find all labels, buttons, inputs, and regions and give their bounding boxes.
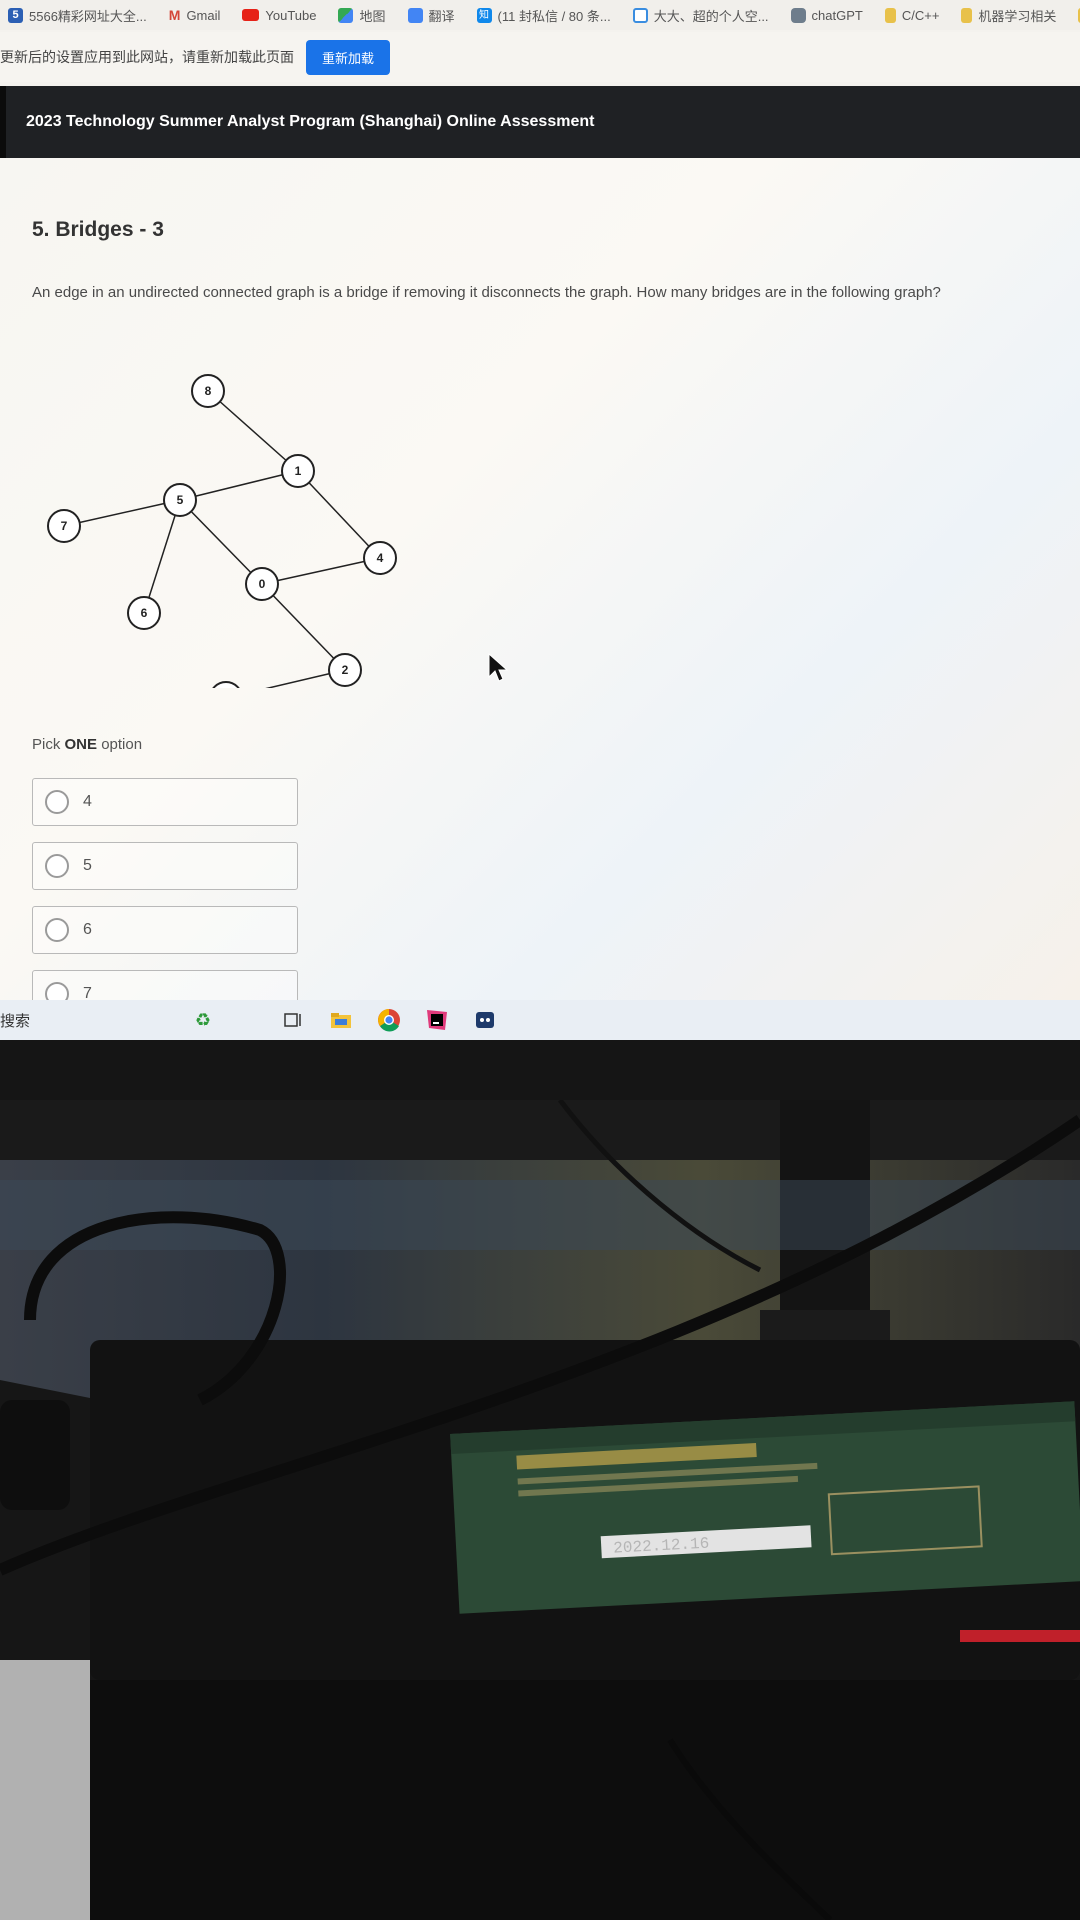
option-label: 4 xyxy=(83,793,92,810)
bookmark-gmail[interactable]: M Gmail xyxy=(169,7,221,23)
zhihu-icon: 知 xyxy=(476,7,492,23)
power-adapter xyxy=(0,1400,70,1510)
option-6[interactable]: 6 xyxy=(32,906,298,954)
folder-icon xyxy=(884,7,896,23)
pick-suffix: option xyxy=(101,736,143,753)
graph-node: 0 xyxy=(245,567,279,601)
windows-taskbar: 搜索 ♻ xyxy=(0,1000,1080,1040)
radio-button[interactable] xyxy=(45,790,69,814)
graph-node: 4 xyxy=(363,541,397,575)
black-box-front xyxy=(90,1680,1080,1920)
bookmark-label: 5566精彩网址大全... xyxy=(29,8,147,24)
bookmark-bilibili[interactable]: 大大、超的个人空... xyxy=(632,6,769,25)
graph-edge xyxy=(261,583,346,671)
monitor-bottom xyxy=(0,1100,1080,1160)
graph-node: 5 xyxy=(163,483,197,517)
folder-icon xyxy=(961,7,973,23)
node-label: 5 xyxy=(177,493,184,507)
bookmark-folder-ml[interactable]: 机器学习相关 xyxy=(961,6,1056,25)
pick-instruction: Pick ONE option xyxy=(32,736,142,753)
bookmark-label: 翻译 xyxy=(428,8,455,24)
radio-button[interactable] xyxy=(45,854,69,878)
bookmark-label: 大大、超的个人空... xyxy=(653,8,769,24)
option-label: 5 xyxy=(83,857,92,874)
bookmark-label: 地图 xyxy=(359,8,386,24)
bilibili-icon xyxy=(632,7,648,23)
monitor-screen: 5 5566精彩网址大全... M Gmail YouTube 地图 翻译 知 … xyxy=(0,0,1080,1040)
graph-edge xyxy=(265,669,346,688)
translate-icon xyxy=(407,7,423,23)
bookmark-5566[interactable]: 5 5566精彩网址大全... xyxy=(8,6,147,25)
task-view-icon[interactable] xyxy=(278,1006,308,1034)
graph-node: 3 xyxy=(212,681,240,688)
graph-edge xyxy=(207,390,299,472)
bookmark-zhihu[interactable]: 知 (11 封私信 / 80 条... xyxy=(476,6,611,25)
chatgpt-icon xyxy=(790,7,806,23)
graph-figure: 8 1 5 7 4 0 6 2 3 xyxy=(47,374,397,688)
pick-prefix: Pick xyxy=(32,736,61,753)
graph-edge xyxy=(179,470,299,501)
bookmark-label: C/C++ xyxy=(901,7,940,23)
node-label: 8 xyxy=(205,384,212,398)
node-label: 6 xyxy=(141,606,148,620)
node-label: 7 xyxy=(61,519,68,533)
infobar-message: 更新后的设置应用到此网站，请重新加载此页面 xyxy=(0,49,294,65)
option-4[interactable]: 4 xyxy=(32,778,298,826)
radio-button[interactable] xyxy=(45,918,69,942)
recycle-bin-icon[interactable]: ♻ xyxy=(188,1006,218,1034)
pick-bold: ONE xyxy=(64,736,98,753)
reload-button[interactable]: 重新加载 xyxy=(306,39,391,75)
assessment-title: 2023 Technology Summer Analyst Program (… xyxy=(26,113,595,130)
assessment-header: 2023 Technology Summer Analyst Program (… xyxy=(0,86,1080,158)
graph-edge xyxy=(261,557,381,585)
option-5[interactable]: 5 xyxy=(32,842,298,890)
red-strip xyxy=(960,1630,1080,1642)
node-circle xyxy=(212,681,240,688)
monitor-bezel xyxy=(0,1040,1080,1100)
file-explorer-icon[interactable] xyxy=(326,1006,356,1034)
graph-edge xyxy=(179,499,263,585)
app-icon[interactable] xyxy=(470,1006,500,1034)
question-panel: 5. Bridges - 3 An edge in an undirected … xyxy=(0,158,1080,1018)
bookmark-label: (11 封私信 / 80 条... xyxy=(497,8,611,24)
bookmark-label: YouTube xyxy=(265,7,317,23)
reload-infobar: 更新后的设置应用到此网站，请重新加载此页面 重新加载 xyxy=(0,32,1080,82)
graph-node: 7 xyxy=(47,509,81,543)
graph-node: 8 xyxy=(191,374,225,408)
graph-edge xyxy=(143,499,181,614)
youtube-icon xyxy=(242,9,260,21)
bookmark-translate[interactable]: 翻译 xyxy=(407,6,455,25)
question-text: An edge in an undirected connected graph… xyxy=(32,284,941,301)
node-label: 1 xyxy=(295,464,302,478)
white-surface xyxy=(0,1660,90,1920)
snack-package: 2022.12.16 xyxy=(450,1401,1080,1614)
bookmark-label: Gmail xyxy=(186,7,221,23)
graph-edge xyxy=(297,470,381,559)
bookmark-folder-cpp[interactable]: C/C++ xyxy=(884,7,940,23)
site-5566-icon: 5 xyxy=(8,7,23,23)
node-label: 4 xyxy=(377,551,384,565)
question-title: 5. Bridges - 3 xyxy=(32,218,164,241)
mouse-cursor-icon xyxy=(488,653,508,682)
bookmark-maps[interactable]: 地图 xyxy=(338,6,386,25)
stand-base xyxy=(760,1310,890,1340)
graph-node: 6 xyxy=(127,596,161,630)
graph-node: 1 xyxy=(281,454,315,488)
node-label: 0 xyxy=(259,577,266,591)
bookmark-chatgpt[interactable]: chatGPT xyxy=(790,7,863,23)
gmail-icon: M xyxy=(168,7,181,23)
option-label: 6 xyxy=(83,921,92,938)
maps-icon xyxy=(338,7,354,23)
chrome-icon[interactable] xyxy=(374,1006,404,1034)
node-label: 2 xyxy=(342,663,349,677)
desk-photo: 2022.12.16 xyxy=(0,1100,1080,1920)
taskbar-search[interactable]: 搜索 xyxy=(0,1010,170,1031)
bookmark-label: chatGPT xyxy=(811,7,863,23)
bookmark-youtube[interactable]: YouTube xyxy=(242,8,316,23)
bookmarks-bar: 5 5566精彩网址大全... M Gmail YouTube 地图 翻译 知 … xyxy=(0,0,1080,30)
jetbrains-icon[interactable] xyxy=(422,1006,452,1034)
bookmark-label: 机器学习相关 xyxy=(978,8,1057,24)
graph-node: 2 xyxy=(328,653,362,687)
graph-edge xyxy=(63,499,181,527)
